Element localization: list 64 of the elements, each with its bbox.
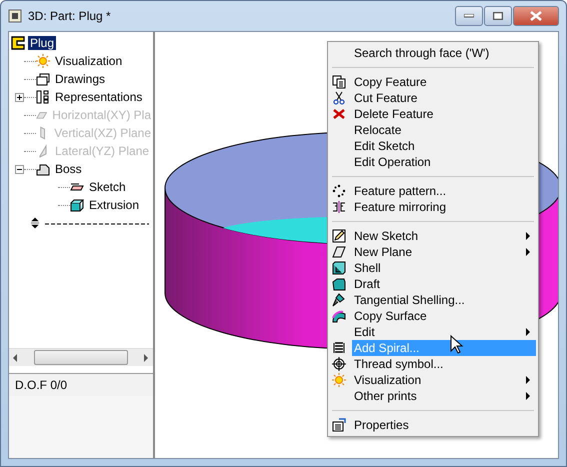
tree-item[interactable]: Extrusion	[87, 198, 142, 212]
tree-item[interactable]: Visualization	[53, 54, 124, 68]
close-icon	[530, 11, 542, 21]
delete-icon	[332, 107, 346, 121]
pages-icon	[36, 72, 50, 86]
menu-item[interactable]: Feature mirroring	[330, 199, 536, 215]
brush-icon	[332, 293, 346, 307]
draft-icon	[332, 277, 346, 291]
pointer-cursor-icon	[450, 335, 464, 355]
menu-item[interactable]: Other prints	[330, 388, 536, 404]
right-arrow-icon[interactable]	[144, 354, 149, 362]
expand-icon[interactable]	[15, 92, 24, 102]
menu-item[interactable]: Feature pattern...	[330, 183, 536, 199]
menu-item[interactable]: Copy Surface	[330, 308, 536, 324]
sun-icon	[36, 54, 50, 68]
rollback-bar-icon[interactable]	[31, 217, 151, 229]
menu-item[interactable]: New Sketch	[330, 228, 536, 244]
window-title: 3D: Part: Plug *	[28, 9, 112, 23]
mirror-icon	[332, 200, 346, 214]
minimize-icon	[464, 14, 474, 18]
menu-item[interactable]: Visualization	[330, 372, 536, 388]
menu-item[interactable]: Cut Feature	[330, 90, 536, 106]
pencil-icon	[332, 229, 346, 243]
minimize-button[interactable]	[455, 6, 483, 26]
app-icon	[8, 9, 22, 23]
collapse-icon[interactable]	[15, 164, 24, 174]
shell-icon	[332, 261, 346, 275]
menu-item[interactable]: Search through face ('W')	[330, 45, 536, 61]
left-arrow-icon[interactable]	[13, 354, 18, 362]
scissors-icon	[332, 91, 346, 105]
menu-item[interactable]: Thread symbol...	[330, 356, 536, 372]
tree-item[interactable]: Drawings	[53, 72, 108, 86]
horizontal-scrollbar[interactable]	[9, 348, 153, 366]
hierarchy-icon	[36, 90, 50, 104]
scroll-thumb[interactable]	[34, 350, 128, 365]
menu-item[interactable]: Relocate	[330, 122, 536, 138]
boss-icon	[36, 162, 50, 176]
tree-item[interactable]: Sketch	[87, 180, 128, 194]
spiral-icon	[332, 341, 346, 355]
part-icon	[11, 36, 25, 50]
menu-item[interactable]: Edit Sketch	[330, 138, 536, 154]
crosshair-icon	[332, 357, 346, 371]
maximize-button[interactable]	[484, 6, 512, 26]
copy-icon	[332, 75, 346, 89]
extrusion-icon	[70, 198, 84, 212]
menu-item[interactable]: Properties	[330, 417, 536, 433]
menu-item[interactable]: Draft	[330, 276, 536, 292]
status-text: D.O.F 0/0	[15, 378, 68, 392]
properties-icon	[332, 418, 346, 432]
menu-item[interactable]: Copy Feature	[330, 74, 536, 90]
tree-item[interactable]: Representations	[53, 90, 144, 104]
menu-item[interactable]: Edit Operation	[330, 154, 536, 170]
menu-item[interactable]: New Plane	[330, 244, 536, 260]
menu-item[interactable]: Shell	[330, 260, 536, 276]
sun-icon	[332, 373, 346, 387]
surface-icon	[332, 309, 346, 323]
maximize-icon	[493, 12, 503, 20]
menu-item[interactable]: Delete Feature	[330, 106, 536, 122]
menu-item[interactable]: Tangential Shelling...	[330, 292, 536, 308]
tree-item[interactable]: Boss	[53, 162, 84, 176]
dots-circle-icon	[332, 184, 346, 198]
tree-item[interactable]: Plug	[28, 36, 56, 50]
menu-item[interactable]: Edit	[330, 324, 536, 340]
close-button[interactable]	[513, 6, 559, 26]
